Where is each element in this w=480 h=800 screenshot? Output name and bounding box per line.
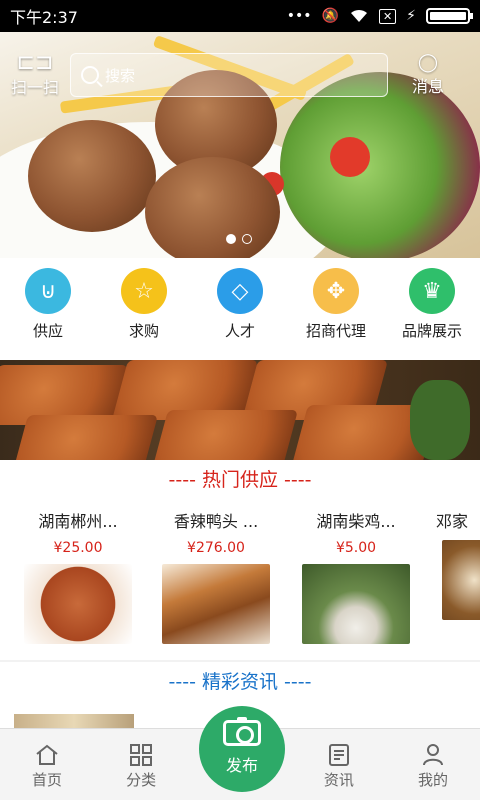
tab-label: 我的 [417, 771, 448, 789]
promo-banner[interactable] [0, 360, 480, 460]
arrows-icon: ✥ [313, 268, 359, 314]
meatball-graphic [145, 157, 280, 258]
product-image [24, 564, 132, 644]
category-label: 招商代理 [305, 322, 366, 340]
status-time: 下午2:37 [10, 8, 78, 27]
meatball-graphic [28, 120, 156, 232]
product-price: ¥276.00 [187, 540, 245, 556]
product-card[interactable]: 邓家 [436, 508, 480, 620]
news-title: ---- 精彩资讯 ---- [0, 662, 480, 702]
category-agency[interactable]: ✥ 招商代理 [290, 268, 382, 360]
news-icon [292, 741, 386, 769]
supply-icon: ⊍ [25, 268, 71, 314]
diamond-icon: ◇ [217, 268, 263, 314]
message-icon: ◯ [417, 52, 439, 73]
tab-mine[interactable]: 我的 [386, 729, 480, 800]
hero-banner[interactable]: ⊏⊐ 扫一扫 搜索 ◯ 消息 [0, 32, 480, 258]
publish-button[interactable]: 发布 [199, 706, 285, 792]
product-name: 湖南郴州... [38, 512, 118, 531]
product-price: ¥25.00 [53, 540, 103, 556]
search-input[interactable]: 搜索 [70, 53, 388, 97]
star-icon: ☆ [121, 268, 167, 314]
wifi-icon [350, 9, 367, 22]
search-icon [81, 66, 99, 84]
food-graphic [151, 410, 299, 460]
publish-label: 发布 [225, 756, 258, 775]
tab-home[interactable]: 首页 [0, 729, 94, 800]
product-price: ¥5.00 [335, 540, 377, 556]
status-bar: 下午2:37 ••• 🔕 ✕ ⚡ [0, 0, 480, 32]
product-image [302, 564, 410, 644]
product-name: 湖南柴鸡... [316, 512, 396, 531]
tab-category[interactable]: 分类 [94, 729, 188, 800]
message-label: 消息 [411, 77, 444, 96]
camera-icon [223, 717, 261, 746]
status-icons: ••• 🔕 ✕ ⚡ [286, 8, 473, 24]
product-image [442, 540, 480, 620]
tab-label: 分类 [126, 771, 157, 789]
hot-supply-title: ---- 热门供应 ---- [0, 460, 480, 500]
tomato-graphic [330, 137, 370, 177]
category-label: 供应 [32, 322, 63, 340]
home-icon [0, 741, 94, 769]
user-icon [386, 741, 480, 769]
scan-button[interactable]: ⊏⊐ 扫一扫 [0, 52, 70, 98]
salad-graphic [280, 72, 480, 258]
carousel-indicator [226, 234, 252, 244]
food-graphic [11, 415, 159, 460]
carousel-dot[interactable] [242, 234, 252, 244]
category-supply[interactable]: ⊍ 供应 [2, 268, 94, 360]
charging-icon: ⚡ [406, 8, 416, 24]
greens-graphic [410, 380, 470, 460]
more-dots-icon: ••• [286, 8, 312, 24]
mute-icon: 🔕 [321, 8, 339, 24]
product-card[interactable]: 香辣鸭头 ... ¥276.00 [156, 508, 276, 644]
product-image [162, 564, 270, 644]
product-card[interactable]: 湖南柴鸡... ¥5.00 [296, 508, 416, 644]
category-label: 人才 [224, 322, 255, 340]
category-label: 求购 [128, 322, 159, 340]
carousel-dot[interactable] [226, 234, 236, 244]
top-toolbar: ⊏⊐ 扫一扫 搜索 ◯ 消息 [0, 52, 480, 98]
tab-news[interactable]: 资讯 [292, 729, 386, 800]
message-button[interactable]: ◯ 消息 [388, 53, 468, 97]
category-row: ⊍ 供应 ☆ 求购 ◇ 人才 ✥ 招商代理 ♛ 品牌展示 [0, 258, 480, 360]
category-brand[interactable]: ♛ 品牌展示 [386, 268, 478, 360]
category-purchase[interactable]: ☆ 求购 [98, 268, 190, 360]
category-label: 品牌展示 [401, 322, 462, 340]
scan-icon: ⊏⊐ [16, 50, 54, 75]
product-name: 香辣鸭头 ... [173, 512, 259, 531]
crown-icon: ♛ [409, 268, 455, 314]
battery-icon [426, 8, 473, 24]
product-card[interactable]: 湖南郴州... ¥25.00 [18, 508, 138, 644]
grid-icon [94, 741, 188, 769]
scan-label: 扫一扫 [10, 78, 59, 97]
tab-label: 首页 [32, 771, 63, 789]
category-talent[interactable]: ◇ 人才 [194, 268, 286, 360]
product-name: 邓家 [436, 512, 469, 531]
tab-label: 资讯 [323, 771, 354, 789]
hot-supply-list: 湖南郴州... ¥25.00 香辣鸭头 ... ¥276.00 湖南柴鸡... … [0, 500, 480, 660]
no-sim-icon: ✕ [378, 8, 397, 24]
search-placeholder: 搜索 [105, 66, 136, 85]
